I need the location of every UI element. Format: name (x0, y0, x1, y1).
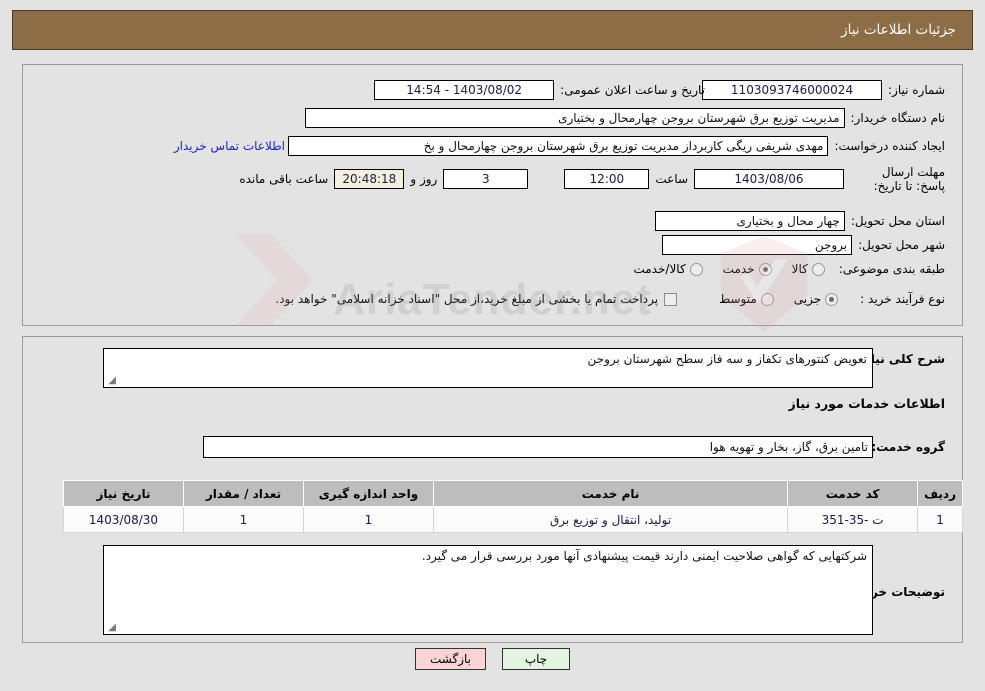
announce-datetime-label: تاریخ و ساعت اعلان عمومی: (560, 83, 705, 97)
footer-actions: چاپ بازگشت (0, 648, 985, 670)
page-title: جزئیات اطلاعات نیاز (841, 22, 956, 38)
deadline-time-label: ساعت (655, 172, 688, 186)
col-service-code: کد خدمت (787, 480, 919, 507)
services-table: ردیف کد خدمت نام خدمت واحد اندازه گیری ت… (63, 480, 963, 533)
print-button[interactable]: چاپ (502, 648, 570, 670)
col-quantity: تعداد / مقدار (183, 480, 304, 507)
announce-datetime-value: 1403/08/02 - 14:54 (374, 80, 555, 100)
cell-need-date: 1403/08/30 (63, 506, 184, 533)
category-label-kala-khedmat: کالا/خدمت (633, 262, 686, 276)
buyer-org-row: نام دستگاه خریدار: مدیریت توزیع برق شهرس… (304, 108, 946, 128)
description-textarea[interactable]: تعویض کنتورهای تکفاز و سه فاز سطح شهرستا… (103, 348, 873, 388)
city-value: بروجن (662, 235, 853, 255)
remaining-days-value: 3 (443, 169, 529, 189)
deadline-time-value: 12:00 (564, 169, 650, 189)
process-option-jozei[interactable]: جزیی (780, 292, 839, 306)
service-group-label: گروه خدمت: (871, 440, 945, 454)
creator-row: ایجاد کننده درخواست: مهدی شریفی ریگی کار… (288, 136, 945, 156)
col-row-no: ردیف (917, 480, 963, 507)
cell-quantity: 1 (183, 506, 304, 533)
table-row: 1 ت -35-351 تولید، انتقال و توزیع برق 1 … (63, 506, 963, 533)
province-label: استان محل تحویل: (850, 214, 945, 228)
category-radio-khedmat[interactable] (758, 262, 772, 276)
cell-service-code: ت -35-351 (787, 506, 919, 533)
need-number-value: 1103093746000024 (702, 80, 882, 100)
buyer-contact-link[interactable]: اطلاعات تماس خریدار (174, 139, 285, 153)
category-row: طبقه بندی موضوعی: کالا خدمت کالا/خدمت (619, 262, 945, 276)
need-number-label: شماره نیاز: (888, 83, 945, 97)
deadline-date-value: 1403/08/06 (694, 169, 844, 189)
back-button[interactable]: بازگشت (415, 648, 486, 670)
buyer-org-label: نام دستگاه خریدار: (850, 111, 946, 125)
col-need-date: تاریخ نیاز (63, 480, 184, 507)
description-value: تعویض کنتورهای تکفاز و سه فاز سطح شهرستا… (587, 352, 867, 366)
province-row: استان محل تحویل: چهار محال و بختیاری (654, 211, 945, 231)
process-label-jozei: جزیی (793, 292, 822, 306)
creator-value: مهدی شریفی ریگی کاربرداز مدیریت توزیع بر… (288, 136, 829, 156)
remaining-days-label: روز و (410, 172, 438, 186)
process-label: نوع فرآیند خرید : (860, 292, 945, 306)
category-option-kala[interactable]: کالا (778, 262, 825, 276)
deadline-label: مهلت ارسال پاسخ: تا تاریخ: (873, 165, 945, 193)
page-header: جزئیات اطلاعات نیاز (12, 10, 973, 50)
services-section-heading: اطلاعات خدمات مورد نیاز (788, 396, 946, 411)
remaining-suffix-label: ساعت باقی مانده (239, 172, 329, 186)
buyer-org-value: مدیریت توزیع برق شهرستان بروجن چهارمحال … (304, 108, 845, 128)
deadline-row: مهلت ارسال پاسخ: تا تاریخ: 1403/08/06 سا… (239, 165, 945, 193)
province-value: چهار محال و بختیاری (654, 211, 845, 231)
buyer-notes-textarea[interactable]: شرکتهایی که گواهی صلاحیت ایمنی دارند قیم… (103, 545, 873, 635)
resize-grip-icon[interactable]: ◢ (106, 376, 116, 386)
announce-datetime-row: تاریخ و ساعت اعلان عمومی: 1403/08/02 - 1… (374, 80, 705, 100)
cell-unit: 1 (303, 506, 434, 533)
category-radio-kala[interactable] (811, 262, 825, 276)
table-header-row: ردیف کد خدمت نام خدمت واحد اندازه گیری ت… (63, 480, 963, 507)
category-label-khedmat: خدمت (722, 262, 755, 276)
process-option-motavaset[interactable]: متوسط (705, 292, 774, 306)
service-group-value: تامین برق، گاز، بخار و تهویه هوا (203, 436, 873, 458)
need-info-panel (22, 64, 963, 326)
category-label-kala: کالا (791, 262, 808, 276)
remaining-time-value: 20:48:18 (334, 169, 405, 189)
city-row: شهر محل تحویل: بروجن (662, 235, 945, 255)
process-radio-jozei[interactable] (825, 292, 839, 306)
process-type-row: نوع فرآیند خرید : جزیی متوسط پرداخت تمام… (275, 292, 945, 306)
page-root: جزئیات اطلاعات نیاز AriaTender.net شماره… (0, 0, 985, 691)
treasury-text: پرداخت تمام یا بخشی از مبلغ خرید،از محل … (275, 292, 659, 306)
cell-service-name: تولید، انتقال و توزیع برق (432, 506, 789, 533)
creator-label: ایجاد کننده درخواست: (834, 139, 945, 153)
need-number-row: شماره نیاز: 1103093746000024 (702, 80, 945, 100)
cell-row-no: 1 (917, 506, 963, 533)
process-label-motavaset: متوسط (719, 292, 757, 306)
category-option-khedmat[interactable]: خدمت (709, 262, 772, 276)
category-radio-kala-khedmat[interactable] (689, 262, 703, 276)
buyer-notes-value: شرکتهایی که گواهی صلاحیت ایمنی دارند قیم… (421, 549, 867, 563)
category-label: طبقه بندی موضوعی: (838, 262, 945, 276)
treasury-checkbox[interactable] (664, 292, 678, 306)
city-label: شهر محل تحویل: (858, 238, 945, 252)
category-option-kala-khedmat[interactable]: کالا/خدمت (619, 262, 703, 276)
process-radio-motavaset[interactable] (760, 292, 774, 306)
col-unit: واحد اندازه گیری (303, 480, 434, 507)
col-service-name: نام خدمت (432, 480, 789, 507)
resize-grip-icon-notes[interactable]: ◢ (106, 623, 116, 633)
